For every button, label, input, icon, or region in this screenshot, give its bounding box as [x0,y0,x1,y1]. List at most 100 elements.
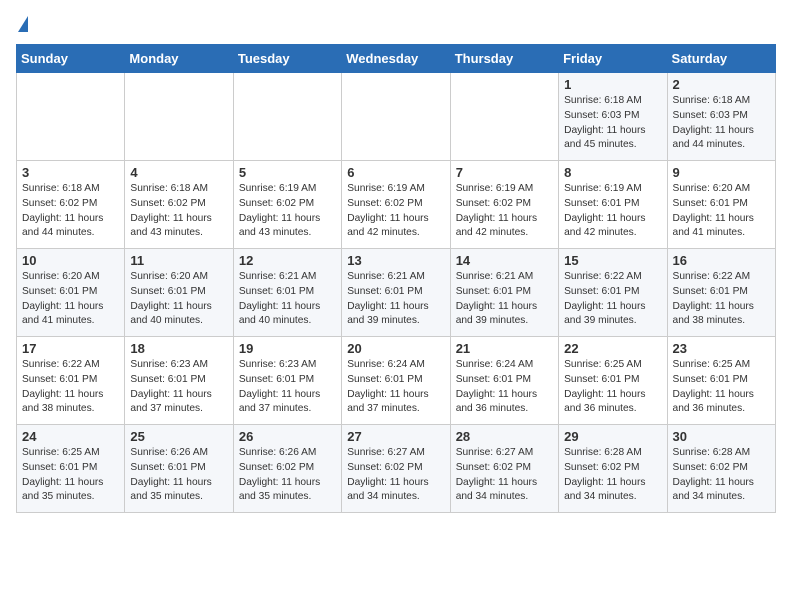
day-cell-26: 26 Sunrise: 6:26 AM Sunset: 6:02 PM Dayli… [233,425,341,513]
week-row-3: 10 Sunrise: 6:20 AM Sunset: 6:01 PM Dayli… [17,249,776,337]
day-number-18: 18 [130,341,227,356]
day-info-15: Sunrise: 6:22 AM Sunset: 6:01 PM Dayligh… [564,270,661,329]
day-cell-10: 10 Sunrise: 6:20 AM Sunset: 6:01 PM Dayli… [17,249,125,337]
day-cell-22: 22 Sunrise: 6:25 AM Sunset: 6:01 PM Dayli… [559,337,667,425]
day-number-27: 27 [347,429,444,444]
day-cell-17: 17 Sunrise: 6:22 AM Sunset: 6:01 PM Dayli… [17,337,125,425]
day-number-26: 26 [239,429,336,444]
day-cell-13: 13Sunrise: 6:21 AM Sunset: 6:01 PM Dayli… [342,249,450,337]
day-number-29: 29 [564,429,661,444]
calendar-table: SundayMondayTuesdayWednesdayThursdayFrid… [16,44,776,513]
day-info-27: Sunrise: 6:27 AM Sunset: 6:02 PM Dayligh… [347,446,444,505]
day-cell-14: 14Sunrise: 6:21 AM Sunset: 6:01 PM Dayli… [450,249,558,337]
day-cell-16: 16 Sunrise: 6:22 AM Sunset: 6:01 PM Dayli… [667,249,775,337]
day-info-20: Sunrise: 6:24 AM Sunset: 6:01 PM Dayligh… [347,358,444,417]
day-info-25: Sunrise: 6:26 AM Sunset: 6:01 PM Dayligh… [130,446,227,505]
day-info-7: Sunrise: 6:19 AM Sunset: 6:02 PM Dayligh… [456,182,553,241]
day-number-21: 21 [456,341,553,356]
day-info-21: Sunrise: 6:24 AM Sunset: 6:01 PM Dayligh… [456,358,553,417]
logo-triangle-icon [18,16,28,32]
week-row-2: 3 Sunrise: 6:18 AM Sunset: 6:02 PM Daylig… [17,161,776,249]
day-cell-18: 18 Sunrise: 6:23 AM Sunset: 6:01 PM Dayli… [125,337,233,425]
empty-cell [233,73,341,161]
day-info-19: Sunrise: 6:23 AM Sunset: 6:01 PM Dayligh… [239,358,336,417]
day-number-25: 25 [130,429,227,444]
day-number-9: 9 [673,165,770,180]
empty-cell [450,73,558,161]
weekday-header-sunday: Sunday [17,45,125,73]
day-info-9: Sunrise: 6:20 AM Sunset: 6:01 PM Dayligh… [673,182,770,241]
day-cell-1: 1Sunrise: 6:18 AM Sunset: 6:03 PM Daylig… [559,73,667,161]
weekday-header-monday: Monday [125,45,233,73]
day-cell-6: 6Sunrise: 6:19 AM Sunset: 6:02 PM Daylig… [342,161,450,249]
day-info-16: Sunrise: 6:22 AM Sunset: 6:01 PM Dayligh… [673,270,770,329]
day-number-7: 7 [456,165,553,180]
day-info-5: Sunrise: 6:19 AM Sunset: 6:02 PM Dayligh… [239,182,336,241]
day-cell-24: 24Sunrise: 6:25 AM Sunset: 6:01 PM Dayli… [17,425,125,513]
weekday-header-saturday: Saturday [667,45,775,73]
day-cell-21: 21 Sunrise: 6:24 AM Sunset: 6:01 PM Dayli… [450,337,558,425]
day-number-6: 6 [347,165,444,180]
day-cell-2: 2 Sunrise: 6:18 AM Sunset: 6:03 PM Daylig… [667,73,775,161]
day-cell-3: 3Sunrise: 6:18 AM Sunset: 6:02 PM Daylig… [17,161,125,249]
day-info-22: Sunrise: 6:25 AM Sunset: 6:01 PM Dayligh… [564,358,661,417]
weekday-header-friday: Friday [559,45,667,73]
day-number-22: 22 [564,341,661,356]
day-number-8: 8 [564,165,661,180]
empty-cell [125,73,233,161]
day-info-30: Sunrise: 6:28 AM Sunset: 6:02 PM Dayligh… [673,446,770,505]
weekday-header-row: SundayMondayTuesdayWednesdayThursdayFrid… [17,45,776,73]
day-info-2: Sunrise: 6:18 AM Sunset: 6:03 PM Dayligh… [673,94,770,153]
logo [16,16,28,34]
day-info-26: Sunrise: 6:26 AM Sunset: 6:02 PM Dayligh… [239,446,336,505]
day-cell-4: 4 Sunrise: 6:18 AM Sunset: 6:02 PM Daylig… [125,161,233,249]
day-number-3: 3 [22,165,119,180]
day-info-11: Sunrise: 6:20 AM Sunset: 6:01 PM Dayligh… [130,270,227,329]
day-info-8: Sunrise: 6:19 AM Sunset: 6:01 PM Dayligh… [564,182,661,241]
empty-cell [17,73,125,161]
day-cell-8: 8 Sunrise: 6:19 AM Sunset: 6:01 PM Daylig… [559,161,667,249]
day-number-17: 17 [22,341,119,356]
day-info-29: Sunrise: 6:28 AM Sunset: 6:02 PM Dayligh… [564,446,661,505]
day-cell-12: 12Sunrise: 6:21 AM Sunset: 6:01 PM Dayli… [233,249,341,337]
header [16,16,776,34]
day-info-24: Sunrise: 6:25 AM Sunset: 6:01 PM Dayligh… [22,446,119,505]
day-number-14: 14 [456,253,553,268]
day-info-10: Sunrise: 6:20 AM Sunset: 6:01 PM Dayligh… [22,270,119,329]
day-number-11: 11 [130,253,227,268]
empty-cell [342,73,450,161]
day-cell-29: 29 Sunrise: 6:28 AM Sunset: 6:02 PM Dayli… [559,425,667,513]
day-number-19: 19 [239,341,336,356]
week-row-1: 1Sunrise: 6:18 AM Sunset: 6:03 PM Daylig… [17,73,776,161]
day-number-20: 20 [347,341,444,356]
day-number-30: 30 [673,429,770,444]
day-number-28: 28 [456,429,553,444]
day-cell-28: 28 Sunrise: 6:27 AM Sunset: 6:02 PM Dayli… [450,425,558,513]
day-number-2: 2 [673,77,770,92]
week-row-5: 24Sunrise: 6:25 AM Sunset: 6:01 PM Dayli… [17,425,776,513]
day-number-13: 13 [347,253,444,268]
day-cell-25: 25 Sunrise: 6:26 AM Sunset: 6:01 PM Dayli… [125,425,233,513]
day-number-16: 16 [673,253,770,268]
day-info-1: Sunrise: 6:18 AM Sunset: 6:03 PM Dayligh… [564,94,661,153]
day-number-5: 5 [239,165,336,180]
weekday-header-wednesday: Wednesday [342,45,450,73]
day-number-15: 15 [564,253,661,268]
day-cell-15: 15 Sunrise: 6:22 AM Sunset: 6:01 PM Dayli… [559,249,667,337]
week-row-4: 17 Sunrise: 6:22 AM Sunset: 6:01 PM Dayli… [17,337,776,425]
day-cell-23: 23 Sunrise: 6:25 AM Sunset: 6:01 PM Dayli… [667,337,775,425]
weekday-header-thursday: Thursday [450,45,558,73]
day-number-23: 23 [673,341,770,356]
day-cell-7: 7 Sunrise: 6:19 AM Sunset: 6:02 PM Daylig… [450,161,558,249]
day-number-4: 4 [130,165,227,180]
day-number-12: 12 [239,253,336,268]
day-info-23: Sunrise: 6:25 AM Sunset: 6:01 PM Dayligh… [673,358,770,417]
day-info-4: Sunrise: 6:18 AM Sunset: 6:02 PM Dayligh… [130,182,227,241]
day-info-28: Sunrise: 6:27 AM Sunset: 6:02 PM Dayligh… [456,446,553,505]
day-number-10: 10 [22,253,119,268]
day-info-18: Sunrise: 6:23 AM Sunset: 6:01 PM Dayligh… [130,358,227,417]
day-cell-19: 19 Sunrise: 6:23 AM Sunset: 6:01 PM Dayli… [233,337,341,425]
day-info-17: Sunrise: 6:22 AM Sunset: 6:01 PM Dayligh… [22,358,119,417]
day-cell-27: 27 Sunrise: 6:27 AM Sunset: 6:02 PM Dayli… [342,425,450,513]
day-cell-20: 20 Sunrise: 6:24 AM Sunset: 6:01 PM Dayli… [342,337,450,425]
